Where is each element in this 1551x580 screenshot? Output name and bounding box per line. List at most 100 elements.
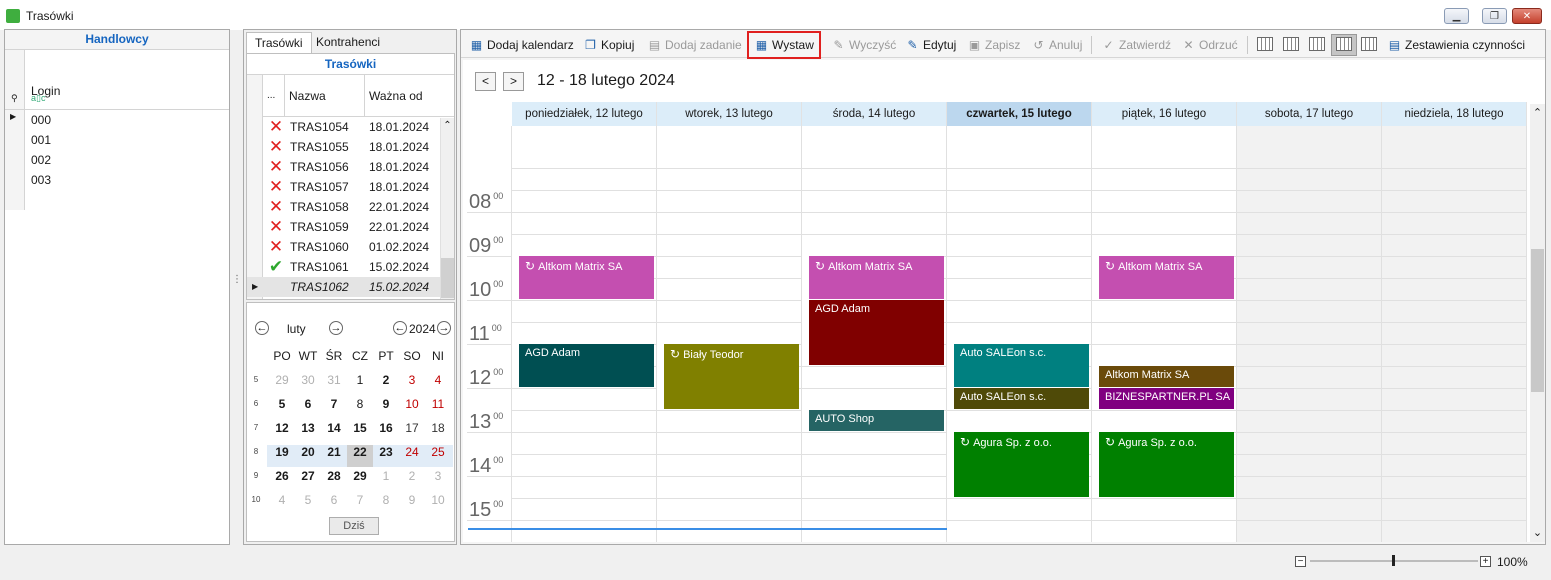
next-month-button[interactable]: → — [329, 321, 343, 335]
calendar-event[interactable]: Auto SALEon s.c. — [947, 388, 1089, 409]
calendar-event[interactable]: ↻ Agura Sp. z o.o. — [947, 432, 1089, 497]
table-row[interactable]: ▶ TRAS1062 15.02.2024 — [247, 277, 440, 297]
calendar-day[interactable]: 8 — [373, 493, 399, 507]
table-row[interactable]: ✕ TRAS1056 18.01.2024 — [247, 157, 440, 177]
table-row[interactable]: ✕ TRAS1060 01.02.2024 — [247, 237, 440, 257]
kopiuj-button[interactable]: ❐ Kopiuj — [583, 34, 634, 56]
table-row[interactable]: ✕ TRAS1054 18.01.2024 — [247, 117, 440, 137]
scroll-thumb[interactable] — [1531, 249, 1544, 392]
splitter-handle[interactable]: ⋮ — [232, 275, 242, 292]
close-button[interactable]: ✕ — [1512, 8, 1542, 24]
maximize-button[interactable]: ❐ — [1482, 8, 1507, 24]
calendar-day[interactable]: 27 — [295, 469, 321, 483]
calendar-day[interactable]: 6 — [321, 493, 347, 507]
day-column[interactable] — [1382, 126, 1527, 542]
trasowki-scrollbar[interactable]: ⌃ — [440, 118, 454, 299]
calendar-day[interactable]: 21 — [321, 445, 347, 459]
zapisz-button[interactable]: ▣ Zapisz — [967, 34, 1021, 56]
wazna-od-column-header[interactable]: Ważna od — [365, 75, 440, 117]
day-header[interactable]: sobota, 17 lutego — [1237, 102, 1382, 126]
calendar-day[interactable]: 24 — [399, 445, 425, 459]
calendar-day[interactable]: 23 — [373, 445, 399, 459]
calendar-day[interactable]: 18 — [425, 421, 451, 435]
calendar-day[interactable]: 14 — [321, 421, 347, 435]
calendar-day[interactable]: 6 — [295, 397, 321, 411]
zestawienia-button[interactable]: ▤ Zestawienia czynności — [1387, 34, 1525, 56]
scroll-up-icon[interactable]: ⌃ — [441, 120, 454, 131]
calendar-event[interactable]: ↻ Altkom Matrix SA — [512, 256, 654, 299]
handlowcy-row[interactable]: 003 — [5, 170, 229, 190]
calendar-day[interactable]: 3 — [425, 469, 451, 483]
day-column[interactable] — [1237, 126, 1382, 542]
calendar-event[interactable]: ↻ Altkom Matrix SA — [802, 256, 944, 299]
table-row[interactable]: ✕ TRAS1057 18.01.2024 — [247, 177, 440, 197]
calendar-day[interactable]: 1 — [373, 469, 399, 483]
zoom-slider-thumb[interactable] — [1392, 555, 1395, 566]
today-button[interactable]: Dziś — [329, 517, 379, 535]
calendar-day[interactable]: 15 — [347, 421, 373, 435]
day-view-icon[interactable] — [1257, 37, 1273, 51]
scroll-up-icon[interactable]: ⌃ — [1530, 106, 1545, 119]
calendar-day[interactable]: 2 — [399, 469, 425, 483]
table-row[interactable]: ✕ TRAS1058 22.01.2024 — [247, 197, 440, 217]
calendar-event[interactable]: AUTO Shop — [802, 410, 944, 431]
prev-month-button[interactable]: ← — [255, 321, 269, 335]
tab-kontrahenci[interactable]: Kontrahenci — [308, 32, 388, 53]
calendar-day[interactable]: 25 — [425, 445, 451, 459]
calendar-day[interactable]: 5 — [295, 493, 321, 507]
day-header[interactable]: poniedziałek, 12 lutego — [512, 102, 657, 126]
calendar-day[interactable]: 26 — [269, 469, 295, 483]
scroll-down-icon[interactable]: ⌄ — [1530, 526, 1545, 539]
day-header[interactable]: niedziela, 18 lutego — [1382, 102, 1527, 126]
day-column[interactable] — [657, 126, 802, 542]
status-column-header[interactable]: ... — [263, 75, 285, 117]
tab-trasowki[interactable]: Trasówki — [246, 32, 312, 53]
edytuj-button[interactable]: ✎ Edytuj — [905, 34, 956, 56]
calendar-event[interactable]: AGD Adam — [802, 300, 944, 365]
calendar-day[interactable]: 7 — [347, 493, 373, 507]
day-header[interactable]: wtorek, 13 lutego — [657, 102, 802, 126]
calendar-event[interactable]: Altkom Matrix SA — [1092, 366, 1234, 387]
calendar-day[interactable]: 22 — [347, 445, 373, 459]
day-header[interactable]: czwartek, 15 lutego — [947, 102, 1092, 126]
scheduler-scrollbar[interactable]: ⌃ ⌄ — [1530, 104, 1545, 542]
dodaj-zadanie-button[interactable]: ▤ Dodaj zadanie — [647, 34, 742, 56]
handlowcy-row[interactable]: 000 — [5, 110, 229, 130]
calendar-day[interactable]: 17 — [399, 421, 425, 435]
calendar-day[interactable]: 9 — [373, 397, 399, 411]
calendar-day[interactable]: 29 — [269, 373, 295, 387]
calendar-day[interactable]: 30 — [295, 373, 321, 387]
calendar-day[interactable]: 10 — [399, 397, 425, 411]
calendar-day[interactable]: 16 — [373, 421, 399, 435]
calendar-day[interactable]: 20 — [295, 445, 321, 459]
filter-row[interactable]: ⚲ a▯c — [5, 90, 229, 110]
calendar-event[interactable]: ↻ Biały Teodor — [657, 344, 799, 409]
calendar-day[interactable]: 4 — [425, 373, 451, 387]
table-row[interactable]: ✕ TRAS1055 18.01.2024 — [247, 137, 440, 157]
week-view-icon[interactable] — [1309, 37, 1325, 51]
zoom-in-button[interactable]: + — [1480, 556, 1491, 567]
month-view-icon[interactable] — [1361, 37, 1377, 51]
minimize-button[interactable]: ▁ — [1444, 8, 1469, 24]
table-row[interactable]: ✔ TRAS1061 15.02.2024 — [247, 257, 440, 277]
handlowcy-row[interactable]: 001 — [5, 130, 229, 150]
calendar-day[interactable]: 12 — [269, 421, 295, 435]
day-header[interactable]: piątek, 16 lutego — [1092, 102, 1237, 126]
scroll-thumb[interactable] — [441, 258, 454, 298]
calendar-day[interactable]: 9 — [399, 493, 425, 507]
day-header[interactable]: środa, 14 lutego — [802, 102, 947, 126]
dodaj-kalendarz-button[interactable]: ▦ Dodaj kalendarz — [469, 34, 574, 56]
calendar-event[interactable]: ↻ Agura Sp. z o.o. — [1092, 432, 1234, 497]
calendar-day[interactable]: 13 — [295, 421, 321, 435]
next-year-button[interactable]: → — [437, 321, 451, 335]
calendar-day[interactable]: 19 — [269, 445, 295, 459]
calendar-event[interactable]: ↻ Altkom Matrix SA — [1092, 256, 1234, 299]
prev-year-button[interactable]: ← — [393, 321, 407, 335]
calendar-day[interactable]: 10 — [425, 493, 451, 507]
calendar-day[interactable]: 29 — [347, 469, 373, 483]
odrzuc-button[interactable]: ✕ Odrzuć — [1181, 34, 1237, 56]
work-week-view-icon[interactable] — [1283, 37, 1299, 51]
nazwa-column-header[interactable]: Nazwa — [285, 75, 365, 117]
calendar-day[interactable]: 4 — [269, 493, 295, 507]
calendar-day[interactable]: 28 — [321, 469, 347, 483]
